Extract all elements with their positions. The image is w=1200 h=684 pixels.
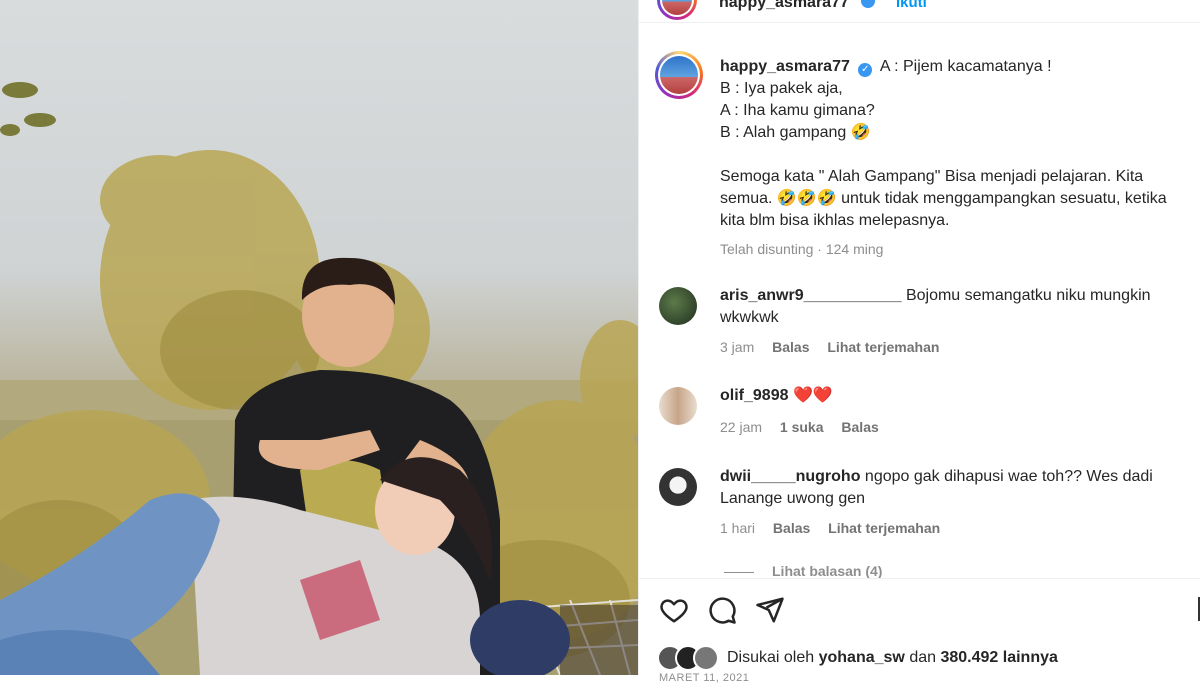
likes-middle: dan bbox=[909, 649, 937, 666]
post-caption: happy_asmara77 ✓ A : Pijem kacamatanya !… bbox=[720, 56, 1190, 260]
comment-likes[interactable]: 1 suka bbox=[780, 419, 824, 435]
comment-time: 22 jam bbox=[720, 419, 763, 435]
post-photo[interactable] bbox=[0, 0, 638, 675]
header-avatar[interactable] bbox=[657, 0, 697, 20]
comment-avatar[interactable] bbox=[659, 468, 697, 506]
comment-username[interactable]: dwii_____nugroho bbox=[720, 468, 860, 485]
comment-text: ❤️❤️ bbox=[792, 387, 833, 404]
header-username[interactable]: happy_asmara77 bbox=[719, 0, 849, 12]
heart-icon[interactable] bbox=[659, 595, 689, 625]
view-replies-label: Lihat balasan (4) bbox=[772, 563, 883, 578]
caption-paragraph: Semoga kata " Alah Gampang" Bisa menjadi… bbox=[720, 168, 1167, 229]
caption-line: B : Iya pakek aja, bbox=[720, 80, 843, 97]
post-date: MARET 11, 2021 bbox=[659, 672, 750, 684]
likes-prefix: Disukai oleh bbox=[727, 649, 815, 666]
comment-meta: 1 hari Balas Lihat terjemahan bbox=[720, 520, 954, 536]
share-icon[interactable] bbox=[755, 595, 785, 625]
translate-button[interactable]: Lihat terjemahan bbox=[827, 339, 939, 355]
view-replies-button[interactable]: Lihat balasan (4) bbox=[724, 563, 882, 578]
caption-avatar[interactable] bbox=[655, 51, 703, 99]
comments-scroll-area[interactable]: happy_asmara77 ✓ A : Pijem kacamatanya !… bbox=[639, 22, 1200, 578]
reply-button[interactable]: Balas bbox=[772, 339, 809, 355]
comment-avatar[interactable] bbox=[659, 287, 697, 325]
comment-username[interactable]: aris_anwr9___________ bbox=[720, 287, 902, 304]
comment-username[interactable]: olif_9898 bbox=[720, 387, 788, 404]
replies-divider bbox=[724, 571, 754, 573]
photo-illustration bbox=[0, 82, 638, 675]
follow-button[interactable]: Ikuti bbox=[896, 0, 927, 11]
caption-line: A : Pijem kacamatanya ! bbox=[879, 58, 1052, 75]
caption-line: B : Alah gampang 🤣 bbox=[720, 124, 871, 141]
translate-button[interactable]: Lihat terjemahan bbox=[828, 520, 940, 536]
likes-summary[interactable]: Disukai oleh yohana_sw dan 380.492 lainn… bbox=[657, 645, 1058, 671]
post-header: happy_asmara77 Ikuti bbox=[639, 0, 1200, 22]
verified-icon bbox=[861, 0, 875, 8]
post-actions-bar: Disukai oleh yohana_sw dan 380.492 lainn… bbox=[639, 578, 1200, 684]
comment-time: 3 jam bbox=[720, 339, 755, 355]
comment-time: 1 hari bbox=[720, 520, 756, 536]
caption-line: A : Iha kamu gimana? bbox=[720, 102, 875, 119]
comment-avatar[interactable] bbox=[659, 387, 697, 425]
reply-button[interactable]: Balas bbox=[773, 520, 810, 536]
liker-avatar bbox=[693, 645, 719, 671]
comment-meta: 3 jam Balas Lihat terjemahan bbox=[720, 339, 953, 355]
comment-meta: 22 jam 1 suka Balas bbox=[720, 419, 893, 435]
reply-button[interactable]: Balas bbox=[841, 419, 878, 435]
likes-count[interactable]: 380.492 lainnya bbox=[940, 649, 1057, 666]
post-side-panel: happy_asmara77 Ikuti happy_asmara77 ✓ A … bbox=[638, 0, 1200, 684]
caption-meta: Telah disunting · 124 ming bbox=[720, 241, 884, 257]
caption-username[interactable]: happy_asmara77 bbox=[720, 58, 850, 75]
comment-icon[interactable] bbox=[707, 595, 737, 625]
liker-username[interactable]: yohana_sw bbox=[819, 649, 905, 666]
verified-icon: ✓ bbox=[858, 63, 873, 77]
